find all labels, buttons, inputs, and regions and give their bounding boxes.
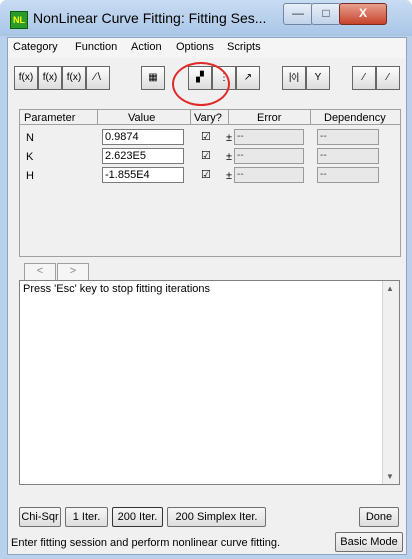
menu-scripts[interactable]: Scripts — [227, 41, 261, 53]
highlight-circle — [172, 62, 230, 106]
scroll-down-icon[interactable]: ▼ — [386, 472, 394, 481]
client-area: Category Function Action Options Scripts… — [7, 37, 407, 555]
done-button[interactable]: Done — [359, 507, 399, 527]
fitting-window: NL NonLinear Curve Fitting: Fitting Ses.… — [0, 0, 412, 559]
dependency-field: -- — [317, 129, 379, 145]
dependency-field: -- — [317, 148, 379, 164]
next-page-button[interactable]: > — [57, 263, 89, 281]
fit-curve-icon[interactable]: ⁄ — [352, 66, 376, 90]
status-bar: Enter fitting session and perform nonlin… — [8, 530, 406, 554]
header-vary: Vary? — [194, 112, 222, 124]
vary-checkbox[interactable]: ☑ — [201, 132, 212, 143]
scroll-up-icon[interactable]: ▲ — [386, 284, 394, 293]
header-dependency: Dependency — [324, 112, 386, 124]
header-error: Error — [257, 112, 282, 124]
parameter-bound-icon[interactable]: |◊| — [282, 66, 306, 90]
weight-filter-icon[interactable]: Y — [306, 66, 330, 90]
vary-checkbox[interactable]: ☑ — [201, 170, 212, 181]
status-text: Enter fitting session and perform nonlin… — [11, 537, 281, 549]
app-icon: NL — [10, 11, 28, 29]
menu-action[interactable]: Action — [131, 41, 162, 53]
two-hundred-iter-button[interactable]: 200 Iter. — [112, 507, 163, 527]
menu-function[interactable]: Function — [75, 41, 117, 53]
residual-plot-icon[interactable]: ⁄ — [376, 66, 400, 90]
error-field: -- — [234, 148, 304, 164]
formula-check-icon[interactable]: f(x) — [14, 66, 38, 90]
worksheet-icon[interactable]: ▦ — [141, 66, 165, 90]
formula-edit-icon[interactable]: f(x) — [38, 66, 62, 90]
output-box[interactable]: Press 'Esc' key to stop fitting iteratio… — [19, 280, 400, 485]
formula-new-icon[interactable]: f(x) — [62, 66, 86, 90]
plus-minus-label: ± — [226, 132, 233, 144]
param-name: H — [26, 170, 34, 182]
title-bar[interactable]: NL NonLinear Curve Fitting: Fitting Ses.… — [0, 0, 412, 36]
menu-options[interactable]: Options — [176, 41, 214, 53]
chi-sqr-button[interactable]: Chi-Sqr — [19, 507, 61, 527]
one-iter-button[interactable]: 1 Iter. — [65, 507, 108, 527]
plus-minus-label: ± — [226, 170, 233, 182]
vertical-scrollbar[interactable]: ▲ ▼ — [382, 281, 399, 484]
menu-bar: Category Function Action Options Scripts — [8, 38, 406, 58]
param-value-input[interactable]: 0.9874 — [102, 129, 184, 145]
plus-minus-label: ± — [226, 151, 233, 163]
parameters-panel: Parameter Value Vary? Error Dependency N… — [19, 109, 401, 257]
toolbar: f(x) f(x) f(x) ∕∖ ▦ ▞ ⋮ ↗ |◊| Y ⁄ ⁄ — [8, 58, 406, 106]
window-title: NonLinear Curve Fitting: Fitting Ses... — [33, 10, 267, 26]
minimize-button[interactable]: — — [283, 3, 313, 25]
column-separator — [310, 110, 311, 124]
vary-checkbox[interactable]: ☑ — [201, 151, 212, 162]
param-value-input[interactable]: 2.623E5 — [102, 148, 184, 164]
error-field: -- — [234, 167, 304, 183]
simplex-iter-button[interactable]: 200 Simplex Iter. — [167, 507, 266, 527]
basic-mode-button[interactable]: Basic Mode — [335, 532, 403, 552]
param-name: N — [26, 132, 34, 144]
simulate-curve-icon[interactable]: ↗ — [236, 66, 260, 90]
prev-page-button[interactable]: < — [24, 263, 56, 281]
maximize-button[interactable]: □ — [311, 3, 341, 25]
header-divider — [20, 124, 400, 125]
dependency-field: -- — [317, 167, 379, 183]
column-separator — [190, 110, 191, 124]
output-text: Press 'Esc' key to stop fitting iteratio… — [23, 283, 210, 295]
curve-plot-icon[interactable]: ∕∖ — [86, 66, 110, 90]
header-value: Value — [128, 112, 156, 124]
error-field: -- — [234, 129, 304, 145]
param-value-input[interactable]: -1.855E4 — [102, 167, 184, 183]
menu-category[interactable]: Category — [13, 41, 58, 53]
param-name: K — [26, 151, 34, 163]
close-button[interactable]: X — [339, 3, 387, 25]
column-separator — [97, 110, 98, 124]
header-parameter: Parameter — [24, 112, 76, 124]
column-separator — [228, 110, 229, 124]
